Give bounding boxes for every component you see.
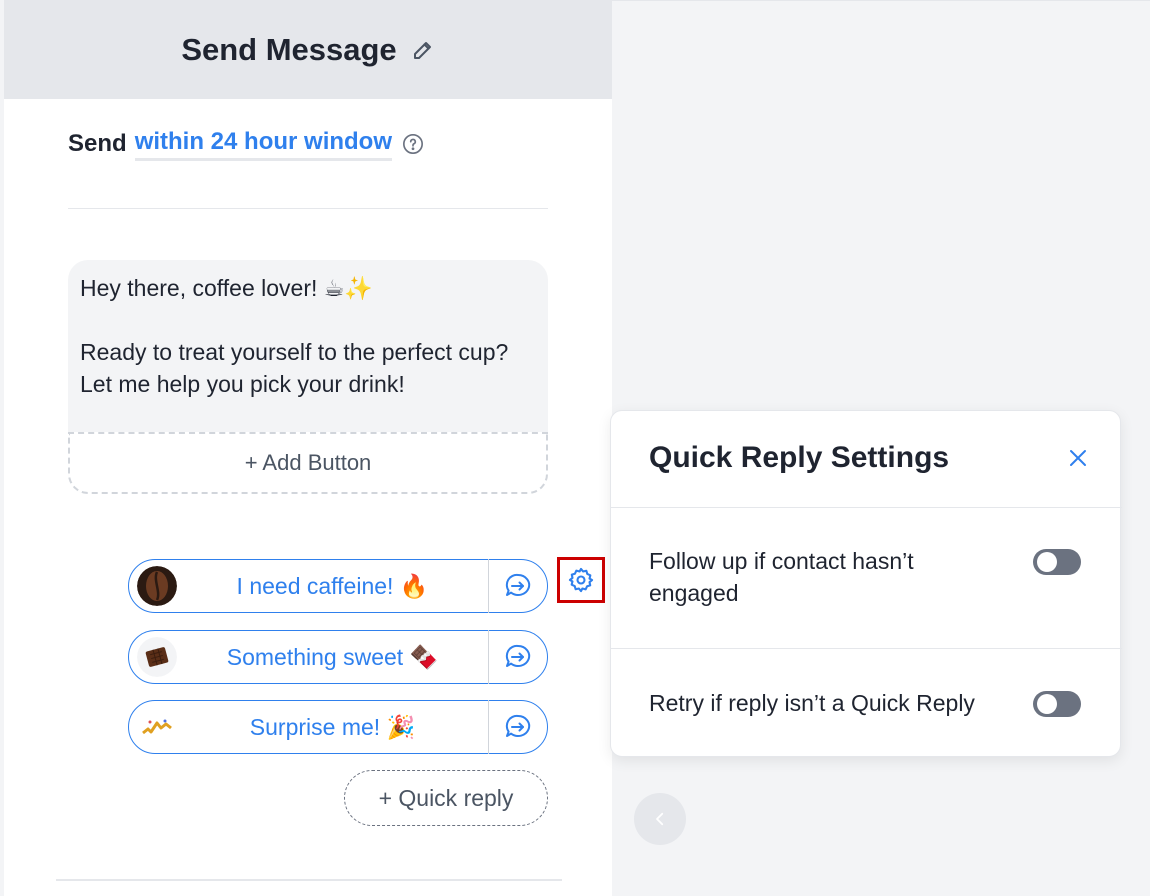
retry-label: Retry if reply isn’t a Quick Reply — [649, 690, 975, 716]
reply-arrow-icon[interactable] — [489, 700, 547, 754]
settings-title: Quick Reply Settings — [649, 441, 950, 474]
follow-up-label: Follow up if contact hasn’t engaged — [649, 548, 914, 606]
send-message-panel: Send Message Send within 24 hour window … — [4, 0, 612, 896]
help-circle-icon[interactable] — [402, 133, 424, 155]
add-button[interactable]: + Add Button — [68, 432, 548, 494]
quick-reply-label: Something sweet 🍫 — [226, 643, 439, 670]
message-text[interactable]: Hey there, coffee lover! ☕✨ Ready to tre… — [80, 272, 530, 400]
chevron-left-icon — [651, 810, 669, 828]
close-icon[interactable] — [1063, 443, 1093, 473]
coffee-beans-thumb — [137, 566, 177, 606]
send-window-row: Send within 24 hour window — [68, 124, 424, 164]
send-label: Send — [68, 130, 127, 157]
panel-title: Send Message — [181, 31, 397, 67]
gear-icon — [567, 566, 595, 594]
quick-reply-label: I need caffeine! 🔥 — [236, 572, 429, 599]
quick-reply-item[interactable]: Surprise me! 🎉 — [128, 700, 548, 754]
window-link[interactable]: within 24 hour window — [134, 128, 393, 161]
chocolate-thumb — [137, 637, 177, 677]
quick-reply-settings-popover: Quick Reply Settings Follow up if contac… — [610, 410, 1122, 757]
divider — [56, 879, 562, 881]
divider — [611, 648, 1122, 649]
collapse-button[interactable] — [634, 793, 686, 845]
quick-reply-label: Surprise me! 🎉 — [249, 713, 416, 740]
divider — [611, 507, 1122, 508]
quick-reply-item[interactable]: I need caffeine! 🔥 — [128, 559, 548, 613]
retry-toggle[interactable] — [1033, 691, 1081, 717]
reply-arrow-icon[interactable] — [489, 559, 547, 613]
add-quick-reply-button[interactable]: + Quick reply — [344, 770, 548, 826]
reply-arrow-icon[interactable] — [489, 630, 547, 684]
surprise-thumb — [137, 707, 177, 747]
quick-reply-settings-button[interactable] — [557, 557, 605, 603]
quick-reply-item[interactable]: Something sweet 🍫 — [128, 630, 548, 684]
follow-up-toggle[interactable] — [1033, 549, 1081, 575]
divider — [68, 208, 548, 209]
message-bubble[interactable]: Hey there, coffee lover! ☕✨ Ready to tre… — [68, 260, 548, 494]
pencil-icon[interactable] — [411, 38, 435, 62]
panel-header: Send Message — [4, 0, 612, 99]
